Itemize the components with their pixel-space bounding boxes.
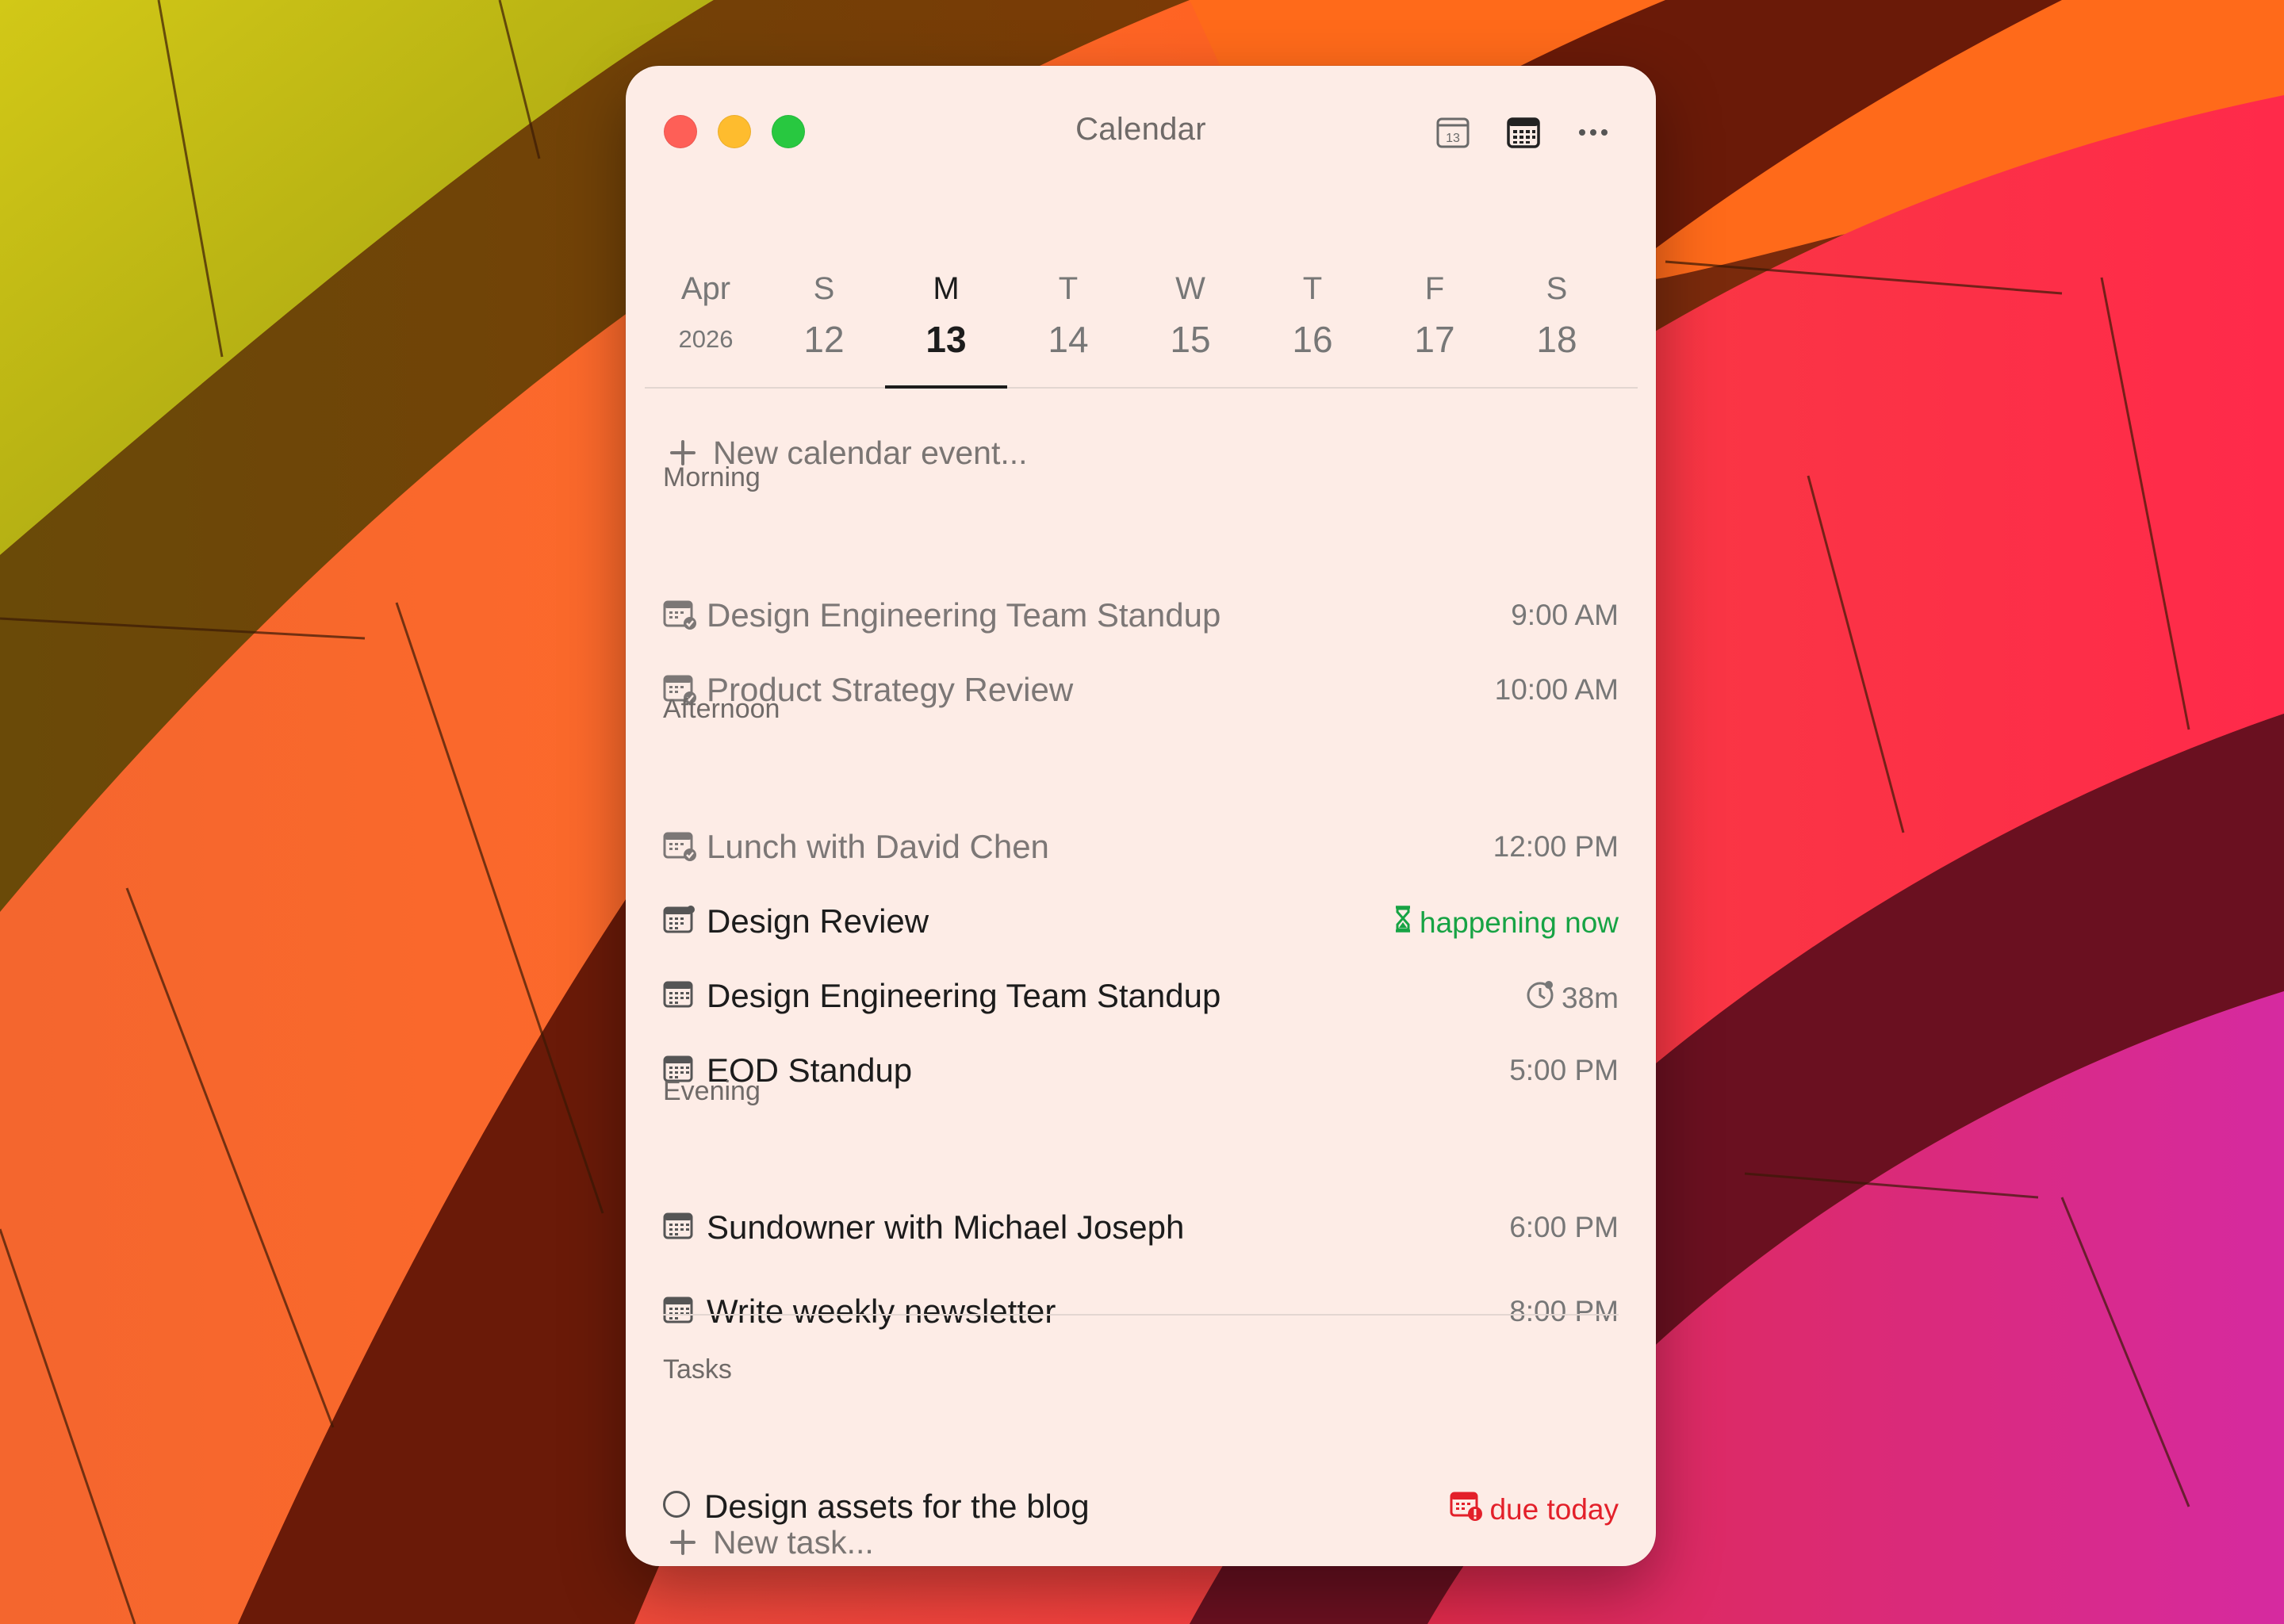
event-status: happening now — [1393, 905, 1619, 940]
event-item-current[interactable]: Design Review happening now — [663, 894, 1619, 949]
day-of-week: T — [1058, 271, 1079, 306]
day-of-week: M — [933, 271, 960, 306]
section-tasks: Tasks — [663, 1354, 732, 1385]
event-title: Sundowner with Michael Joseph — [707, 1208, 1185, 1246]
selected-day-indicator — [885, 385, 1007, 389]
event-item[interactable]: Lunch with David Chen 12:00 PM — [663, 819, 1619, 875]
calendar-window: Calendar 13 Apr 2026 S 12 M 13 T 14 W 15… — [626, 66, 1656, 1566]
calendar-event-done-icon — [663, 831, 698, 863]
day-of-week: S — [1546, 271, 1568, 306]
event-time: 12:00 PM — [1493, 830, 1619, 863]
today-icon-label: 13 — [1446, 132, 1460, 145]
day-number: 13 — [925, 319, 967, 360]
event-item[interactable]: Design Engineering Team Standup 9:00 AM — [663, 588, 1619, 643]
section-morning: Morning — [663, 462, 761, 492]
event-title: Lunch with David Chen — [707, 828, 1049, 865]
event-time: 8:00 PM — [1509, 1295, 1619, 1327]
new-task-label: New task... — [713, 1523, 874, 1561]
countdown-timer-icon — [1525, 979, 1555, 1017]
section-evening: Evening — [663, 1076, 761, 1106]
calendar-event-done-icon — [663, 599, 698, 631]
event-time: 5:00 PM — [1509, 1054, 1619, 1086]
event-time: 6:00 PM — [1509, 1211, 1619, 1243]
event-title: Design Engineering Team Standup — [707, 977, 1221, 1014]
happening-now-label: happening now — [1420, 906, 1619, 939]
day-of-week: S — [813, 271, 835, 306]
calendar-event-icon — [663, 1212, 698, 1243]
day-number: 16 — [1292, 319, 1333, 360]
event-time: 9:00 AM — [1511, 599, 1619, 631]
task-checkbox[interactable] — [663, 1491, 690, 1518]
event-title: Design Engineering Team Standup — [707, 596, 1221, 634]
calendar-event-icon — [663, 1296, 698, 1327]
section-afternoon: Afternoon — [663, 694, 780, 724]
day-number: 14 — [1048, 319, 1089, 360]
event-item[interactable]: Product Strategy Review 10:00 AM — [663, 662, 1619, 718]
event-title: Write weekly newsletter — [707, 1293, 1056, 1330]
calendar-event-active-icon — [663, 906, 698, 937]
tasks-divider — [663, 1314, 1619, 1316]
new-task-button[interactable]: New task... — [665, 1519, 874, 1566]
calendar-alert-icon — [1450, 1490, 1483, 1529]
day-of-week: T — [1302, 271, 1323, 306]
day-number: 17 — [1414, 319, 1455, 360]
event-item[interactable]: Write weekly newsletter 8:00 PM — [663, 1284, 1619, 1339]
day-of-week: F — [1424, 271, 1445, 306]
day-of-week: W — [1175, 271, 1205, 306]
plus-icon — [665, 1525, 700, 1560]
calendar-grid-icon[interactable] — [1504, 113, 1542, 151]
titlebar: Calendar 13 — [626, 66, 1656, 193]
countdown-label: 38m — [1562, 981, 1619, 1014]
day-number: 15 — [1170, 319, 1211, 360]
event-time: 10:00 AM — [1494, 673, 1619, 706]
event-item[interactable]: Sundowner with Michael Joseph 6:00 PM — [663, 1200, 1619, 1255]
due-today-label: due today — [1489, 1492, 1619, 1526]
task-due: due today — [1450, 1490, 1619, 1529]
event-title: Design Review — [707, 902, 929, 940]
week-divider — [645, 387, 1638, 389]
event-item[interactable]: EOD Standup 5:00 PM — [663, 1043, 1619, 1098]
ellipsis-icon[interactable] — [1574, 113, 1612, 151]
day-number: 12 — [803, 319, 845, 360]
event-item[interactable]: Design Engineering Team Standup 38m — [663, 968, 1619, 1024]
window-title: Calendar — [1075, 112, 1206, 147]
week-strip: S 12 M 13 T 14 W 15 T 16 F 17 S 18 — [626, 260, 1619, 387]
calendar-event-icon — [663, 980, 698, 1012]
event-countdown: 38m — [1525, 979, 1619, 1017]
day-number: 18 — [1536, 319, 1577, 360]
calendar-day-icon[interactable]: 13 — [1434, 113, 1472, 151]
hourglass-icon — [1393, 905, 1413, 940]
